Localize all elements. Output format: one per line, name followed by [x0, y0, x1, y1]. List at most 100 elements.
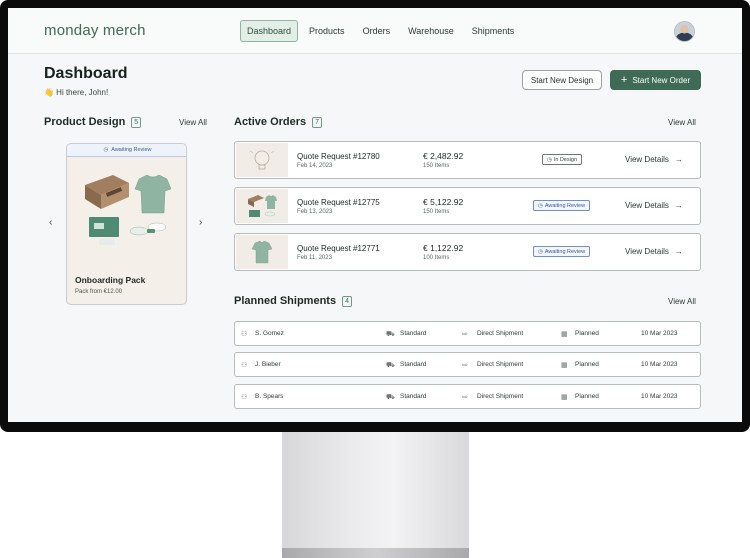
status-badge-label: Awaiting Review: [544, 248, 586, 255]
design-card-name: Onboarding Pack: [75, 275, 146, 285]
shipment-recipient: B. Spears: [255, 393, 284, 400]
order-item-count: 150 Items: [423, 209, 450, 215]
start-new-order-label: Start New Order: [632, 75, 691, 85]
shipment-method: Standard: [400, 330, 427, 337]
design-status-label: Awaiting Review: [111, 147, 152, 153]
order-title: Quote Request #12780: [297, 152, 380, 161]
order-card[interactable]: Quote Request #12771 Feb 11, 2023 € 1,12…: [234, 233, 701, 271]
top-navigation-bar: monday merch Dashboard Products Orders W…: [8, 8, 742, 54]
shipment-date: 10 Mar 2023: [641, 330, 678, 337]
status-badge: ◷ Awaiting Review: [533, 200, 591, 211]
arrow-right-icon: →: [674, 247, 683, 256]
order-title: Quote Request #12771: [297, 244, 380, 253]
shipment-row[interactable]: ⚇ S. Gomez ⛟ Standard ⇨ Direct Shipment …: [234, 321, 701, 346]
order-card[interactable]: Quote Request #12775 Feb 13, 2023 € 5,12…: [234, 187, 701, 225]
view-details-label: View Details: [625, 201, 669, 210]
shipment-recipient: J. Bieber: [255, 361, 281, 368]
planned-shipments-title: Planned Shipments: [234, 295, 337, 307]
shipment-row[interactable]: ⚇ B. Spears ⛟ Standard ⇨ Direct Shipment…: [234, 384, 701, 409]
order-title: Quote Request #12775: [297, 198, 380, 207]
order-thumbnail: [236, 143, 288, 177]
active-orders-count-badge: 7: [312, 116, 323, 128]
clock-icon: ◷: [103, 147, 109, 153]
order-card[interactable]: Quote Request #12780 Feb 14, 2023 € 2,48…: [234, 141, 701, 179]
greeting-text: 👋 Hi there, John!: [44, 88, 109, 97]
plus-icon: +: [620, 73, 628, 86]
monitor-bezel: monday merch Dashboard Products Orders W…: [0, 0, 750, 432]
order-item-count: 100 Items: [423, 255, 450, 261]
planned-shipments-count-badge: 4: [342, 295, 352, 307]
active-orders-heading: Active Orders 7: [234, 116, 323, 128]
status-badge: ◷ Awaiting Review: [533, 246, 591, 257]
truck-icon: ⛟: [386, 331, 395, 338]
onboarding-pack-illustration: [85, 174, 172, 245]
planned-shipments-view-all-link[interactable]: View All: [668, 297, 696, 306]
status-badge: ◷ In Design: [542, 154, 583, 165]
route-arrow-icon: ⇨: [462, 394, 468, 401]
nav-item-warehouse[interactable]: Warehouse: [401, 20, 461, 42]
order-thumbnail: [236, 235, 288, 269]
nav-item-orders[interactable]: Orders: [356, 20, 398, 42]
view-details-link[interactable]: View Details →: [625, 201, 683, 210]
carousel-prev-icon[interactable]: ‹: [49, 217, 52, 228]
order-amount: € 5,122.92: [423, 197, 464, 207]
person-icon: ⚇: [241, 331, 248, 338]
truck-icon: ⛟: [386, 362, 395, 369]
app-screen: monday merch Dashboard Products Orders W…: [8, 8, 742, 422]
clock-icon: ◷: [538, 202, 543, 209]
user-avatar[interactable]: [674, 21, 695, 42]
product-design-count-badge: 5: [131, 116, 142, 128]
nav-item-shipments[interactable]: Shipments: [465, 20, 522, 42]
product-design-view-all-link[interactable]: View All: [179, 118, 207, 127]
shipment-status: Planned: [575, 393, 599, 400]
arrow-right-icon: →: [674, 201, 683, 210]
route-arrow-icon: ⇨: [462, 331, 468, 338]
route-arrow-icon: ⇨: [462, 362, 468, 369]
onboarding-pack-thumbnail: [248, 195, 277, 217]
arrow-right-icon: →: [674, 155, 683, 164]
shipment-status: Planned: [575, 330, 599, 337]
shipment-recipient: S. Gomez: [255, 330, 284, 337]
nav-item-dashboard[interactable]: Dashboard: [240, 20, 299, 42]
clock-icon: ◷: [538, 248, 543, 255]
view-details-link[interactable]: View Details →: [625, 247, 683, 256]
order-amount: € 2,482.92: [423, 151, 464, 161]
view-details-link[interactable]: View Details →: [625, 155, 683, 164]
shipment-date: 10 Mar 2023: [641, 393, 678, 400]
active-orders-view-all-link[interactable]: View All: [668, 118, 696, 127]
nav-item-products[interactable]: Products: [302, 20, 352, 42]
shipment-date: 10 Mar 2023: [641, 361, 678, 368]
brand-logo[interactable]: monday merch: [44, 22, 146, 39]
calendar-icon: ▦: [561, 331, 568, 338]
calendar-icon: ▦: [561, 394, 568, 401]
shipment-type: Direct Shipment: [477, 330, 524, 337]
start-new-order-button[interactable]: + Start New Order: [610, 70, 701, 90]
main-nav: Dashboard Products Orders Warehouse Ship…: [240, 20, 521, 42]
truck-icon: ⛟: [386, 394, 395, 401]
product-design-heading: Product Design 5: [44, 116, 142, 128]
start-new-design-button[interactable]: Start New Design: [522, 70, 602, 90]
monitor-stand-base: [282, 548, 469, 558]
person-icon: ⚇: [241, 362, 248, 369]
order-item-count: 150 Items: [423, 163, 450, 169]
shipment-row[interactable]: ⚇ J. Bieber ⛟ Standard ⇨ Direct Shipment…: [234, 352, 701, 377]
tshirt-thumbnail: [251, 240, 273, 264]
order-date: Feb 14, 2023: [297, 163, 333, 169]
shipment-method: Standard: [400, 393, 427, 400]
order-date: Feb 13, 2023: [297, 209, 333, 215]
order-thumbnail: [236, 189, 288, 223]
page-title: Dashboard: [44, 65, 128, 82]
design-card-price: Pack from €12.00: [75, 289, 123, 295]
product-design-card[interactable]: ◷ Awaiting Review Onboarding Pack Pack f…: [66, 143, 187, 305]
view-details-label: View Details: [625, 247, 669, 256]
lightbulb-sketch-icon: [249, 150, 275, 170]
product-design-title: Product Design: [44, 116, 126, 128]
status-badge-label: Awaiting Review: [544, 202, 586, 209]
design-status-tag: ◷ Awaiting Review: [67, 144, 186, 157]
order-date: Feb 11, 2023: [297, 255, 332, 261]
person-icon: ⚇: [241, 394, 248, 401]
carousel-next-icon[interactable]: ›: [199, 217, 202, 228]
order-amount: € 1,122.92: [423, 243, 464, 253]
monitor-stand: [282, 432, 469, 550]
clock-icon: ◷: [547, 156, 552, 163]
